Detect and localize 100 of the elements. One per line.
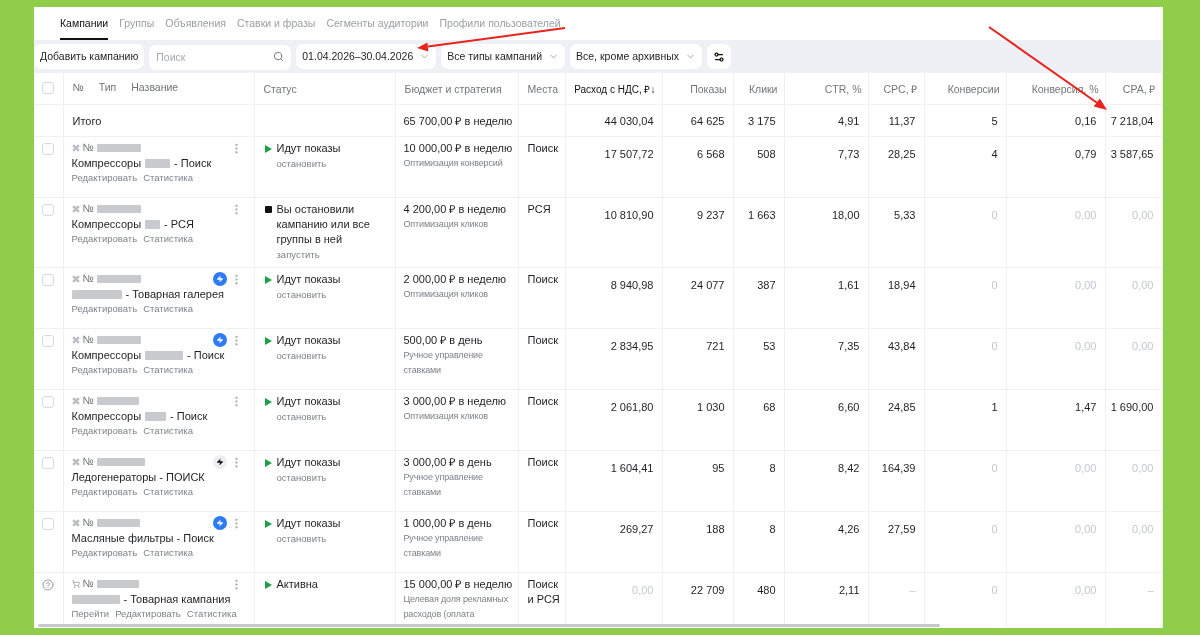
campaign-link[interactable]: Статистика	[143, 545, 194, 561]
table-cell: 95	[712, 461, 725, 474]
play-icon	[264, 336, 272, 345]
places-text: Поиск	[527, 454, 559, 470]
column-header[interactable]: CTR, %	[824, 83, 862, 96]
campaign-name[interactable]: Ледогенераторы - ПОИСК	[71, 468, 205, 486]
campaign-link[interactable]: Статистика	[143, 301, 194, 317]
status-action-link[interactable]: остановить	[276, 347, 327, 363]
column-header[interactable]: №	[72, 80, 84, 97]
status-text: Идут показы	[276, 271, 342, 287]
table-cell: 0,79	[1075, 147, 1097, 160]
help-icon[interactable]	[42, 578, 54, 591]
table-cell: 3 587,65	[1110, 147, 1154, 160]
campaign-number-label: №	[82, 515, 94, 531]
table-cell: 269,27	[619, 522, 654, 535]
campaign-name[interactable]: - Поиск	[187, 346, 225, 364]
budget-text: 4 200,00 ₽ в неделю	[403, 201, 507, 217]
campaign-name[interactable]: Компрессоры	[71, 346, 142, 364]
campaign-link[interactable]: Статистика	[186, 606, 237, 622]
status-action-link[interactable]: остановить	[276, 530, 327, 546]
filter-dropdown[interactable]: Все типы кампаний	[441, 44, 565, 69]
campaign-link[interactable]: Статистика	[143, 423, 194, 439]
campaign-link[interactable]: Редактировать	[71, 170, 138, 186]
campaign-link[interactable]: Редактировать	[71, 301, 138, 317]
settings-button[interactable]	[707, 44, 732, 69]
checkbox[interactable]	[42, 142, 54, 155]
column-header[interactable]: CPC, ₽	[883, 83, 918, 96]
tab[interactable]: Группы	[119, 7, 155, 40]
campaign-link[interactable]: Редактировать	[71, 545, 138, 561]
checkbox[interactable]	[42, 82, 54, 95]
tab[interactable]: Ставки и фразы	[236, 7, 316, 40]
checkbox[interactable]	[42, 273, 54, 286]
table-cell: 508	[757, 147, 776, 160]
command-icon	[71, 397, 80, 405]
campaign-link[interactable]: Редактировать	[115, 606, 181, 622]
table-cell: 0	[991, 461, 998, 474]
campaign-link[interactable]: Редактировать	[71, 484, 138, 500]
column-header[interactable]: Бюджет и стратегия	[404, 83, 502, 96]
table-cell: –	[909, 583, 916, 596]
campaign-name[interactable]: - Товарная кампания	[123, 590, 231, 608]
table-cell: 1 690,00	[1110, 400, 1154, 413]
checkbox[interactable]	[42, 517, 54, 530]
lightning-icon[interactable]	[212, 455, 227, 469]
filter-dropdown[interactable]: Все, кроме архивных	[570, 44, 703, 69]
campaign-name[interactable]: - Товарная галерея	[125, 285, 224, 303]
column-header[interactable]: Показы	[690, 83, 727, 96]
campaign-name[interactable]: Компрессоры	[71, 215, 142, 233]
redacted-bar	[145, 411, 167, 421]
campaign-link[interactable]: Редактировать	[71, 423, 138, 439]
campaign-link[interactable]: Редактировать	[71, 231, 138, 247]
column-header[interactable]: CPA, ₽	[1122, 83, 1156, 96]
tab[interactable]: Объявления	[165, 7, 226, 40]
campaign-name[interactable]: - Поиск	[174, 154, 212, 172]
campaign-name[interactable]: - РСЯ	[164, 215, 194, 233]
campaign-link[interactable]: Статистика	[143, 231, 194, 247]
campaign-link[interactable]: Статистика	[143, 484, 194, 500]
filter-dropdown[interactable]: 01.04.2026–30.04.2026	[296, 44, 437, 69]
play-icon	[264, 275, 272, 284]
table-cell: 68	[763, 400, 776, 413]
campaign-link[interactable]: Редактировать	[71, 362, 138, 378]
table-cell: 188	[706, 522, 725, 535]
campaign-name[interactable]: Масляные фильтры - Поиск	[71, 529, 214, 547]
column-header[interactable]: Статус	[263, 83, 297, 96]
search-field[interactable]: Поиск	[149, 44, 292, 70]
add-campaign-button[interactable]: Добавить кампанию	[34, 44, 145, 69]
campaign-name[interactable]: Компрессоры	[71, 407, 142, 425]
campaign-name[interactable]: - Поиск	[170, 407, 208, 425]
checkbox[interactable]	[42, 203, 54, 216]
campaign-link[interactable]: Статистика	[143, 362, 194, 378]
column-header[interactable]: Места	[527, 83, 558, 96]
totals-label: Итого	[72, 115, 102, 127]
strategy-text: Ручное управление ставками	[403, 348, 484, 377]
table-cell: 8 940,98	[610, 278, 654, 291]
checkbox[interactable]	[42, 334, 54, 347]
tab[interactable]: Профили пользователей	[439, 7, 561, 40]
campaign-link[interactable]: Статистика	[143, 170, 194, 186]
column-header[interactable]: Название	[131, 80, 179, 97]
status-action-link[interactable]: остановить	[276, 408, 327, 424]
status-action-link[interactable]: остановить	[276, 286, 327, 302]
column-header[interactable]: Расход с НДС, ₽↓	[574, 84, 656, 96]
places-text: Поиск	[527, 271, 559, 287]
campaign-link[interactable]: Перейти	[71, 606, 110, 622]
campaign-name[interactable]: Компрессоры	[71, 154, 142, 172]
column-header[interactable]: Тип	[98, 80, 117, 97]
redacted-bar	[71, 594, 120, 604]
table-cell: 164,39	[881, 461, 916, 474]
tab[interactable]: Сегменты аудитории	[326, 7, 429, 40]
column-header[interactable]: Конверсии	[947, 83, 1000, 96]
checkbox[interactable]	[42, 456, 54, 469]
strategy-text: Ручное управление ставками	[403, 531, 484, 560]
column-header[interactable]: Клики	[748, 83, 778, 96]
checkbox[interactable]	[42, 395, 54, 408]
status-action-link[interactable]: остановить	[276, 155, 327, 171]
table-cell: 28,25	[887, 147, 916, 160]
status-action-link[interactable]: остановить	[276, 469, 327, 485]
play-icon	[264, 458, 272, 467]
status-action-link[interactable]: запустить	[276, 246, 320, 262]
places-text: Поиск	[527, 140, 559, 156]
horizontal-scrollbar[interactable]	[38, 624, 940, 627]
budget-text: 2 000,00 ₽ в неделю	[403, 271, 507, 287]
